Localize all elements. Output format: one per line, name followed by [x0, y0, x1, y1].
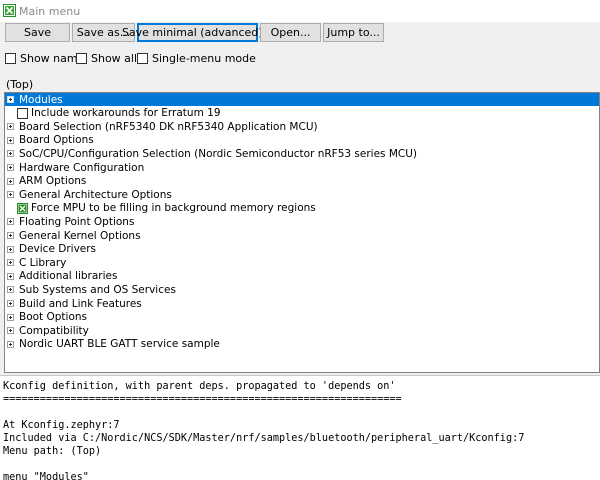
console-line: ========================================… — [3, 394, 402, 405]
tree-menu-item[interactable]: Compatibility — [5, 324, 599, 337]
breadcrumb: (Top) — [6, 78, 34, 91]
show-all-checkbox[interactable] — [76, 53, 87, 64]
tree-item-label: Nordic UART BLE GATT service sample — [19, 338, 220, 351]
title-bar: Main menu — [0, 0, 600, 22]
tree-item-label: ARM Options — [19, 175, 87, 188]
tree-item-label: General Architecture Options — [19, 188, 172, 201]
expand-icon[interactable] — [7, 136, 14, 144]
expand-icon[interactable] — [7, 218, 14, 226]
tree-item-label: Board Options — [19, 134, 94, 147]
expand-icon[interactable] — [7, 164, 14, 171]
tree-menu-item[interactable]: Board Selection (nRF5340 DK nRF5340 Appl… — [5, 120, 599, 133]
show-name-label: Show name — [20, 52, 85, 65]
expand-icon[interactable] — [7, 150, 14, 158]
expand-icon[interactable] — [7, 245, 14, 253]
single-menu-option[interactable]: Single-menu mode — [137, 52, 256, 65]
menu-tree[interactable]: Modules Include workarounds for Erratum 1… — [4, 92, 600, 373]
single-menu-checkbox[interactable] — [137, 53, 148, 64]
tree-item-label: Floating Point Options — [19, 215, 135, 228]
console-line: Menu path: (Top) — [3, 446, 102, 457]
tree-menu-item[interactable]: SoC/CPU/Configuration Selection (Nordic … — [5, 147, 599, 160]
show-all-option[interactable]: Show all — [76, 52, 137, 65]
tree-menu-item[interactable]: Board Options — [5, 134, 599, 147]
console-line: Kconfig definition, with parent deps. pr… — [3, 381, 396, 392]
tree-menu-item[interactable]: General Architecture Options — [5, 188, 599, 201]
tree-item-label: Force MPU to be filling in background me… — [31, 202, 316, 215]
tree-item-label: Include workarounds for Erratum 19 — [31, 107, 221, 120]
tree-menu-item[interactable]: Device Drivers — [5, 243, 599, 256]
tree-item-label: C Library — [19, 256, 67, 269]
console-line: menu "Modules" — [3, 472, 89, 480]
expand-icon[interactable] — [7, 313, 14, 321]
expand-icon[interactable] — [7, 340, 14, 348]
expand-icon[interactable] — [7, 327, 14, 335]
tree-item-label: Device Drivers — [19, 243, 97, 256]
console-line: At Kconfig.zephyr:7 — [3, 420, 120, 431]
console-line: Included via C:/Nordic/NCS/SDK/Master/nr… — [3, 433, 525, 444]
tree-menu-item[interactable]: Hardware Configuration — [5, 161, 599, 174]
tree-item-label: Compatibility — [19, 324, 89, 337]
expand-icon[interactable] — [7, 96, 14, 103]
tree-item-label: Modules — [19, 93, 63, 106]
jump-to-button[interactable]: Jump to... — [323, 23, 384, 42]
tree-item-label: Board Selection (nRF5340 DK nRF5340 Appl… — [19, 120, 318, 133]
unchecked-checkbox-icon[interactable] — [17, 107, 28, 119]
tree-menu-item[interactable]: Floating Point Options — [5, 215, 599, 228]
tree-option-item[interactable]: Force MPU to be filling in background me… — [5, 202, 599, 215]
tree-menu-item[interactable]: Modules — [5, 93, 599, 106]
tree-item-label: Boot Options — [19, 311, 88, 324]
tree-item-label: General Kernel Options — [19, 229, 141, 242]
info-console[interactable]: Kconfig definition, with parent deps. pr… — [0, 375, 600, 480]
expand-icon[interactable] — [7, 300, 14, 307]
tree-menu-item[interactable]: Nordic UART BLE GATT service sample — [5, 338, 599, 351]
tree-menu-item[interactable]: Sub Systems and OS Services — [5, 283, 599, 296]
show-name-checkbox[interactable] — [5, 53, 16, 64]
expand-icon[interactable] — [7, 232, 14, 239]
open-button[interactable]: Open... — [260, 23, 321, 42]
expand-icon[interactable] — [7, 286, 14, 294]
tree-menu-item[interactable]: General Kernel Options — [5, 229, 599, 242]
tree-menu-item[interactable]: ARM Options — [5, 175, 599, 188]
tree-item-label: Hardware Configuration — [19, 161, 145, 174]
save-button[interactable]: Save — [5, 23, 70, 42]
window-title: Main menu — [19, 5, 81, 18]
single-menu-label: Single-menu mode — [152, 52, 256, 65]
tree-item-label: Sub Systems and OS Services — [19, 283, 176, 296]
expand-icon[interactable] — [7, 177, 14, 185]
tree-option-item[interactable]: Include workarounds for Erratum 19 — [5, 107, 599, 120]
show-all-label: Show all — [91, 52, 138, 65]
tree-item-label: Build and Link Features — [19, 297, 142, 310]
tree-item-label: SoC/CPU/Configuration Selection (Nordic … — [19, 147, 418, 160]
expand-icon[interactable] — [7, 259, 14, 267]
tree-menu-item[interactable]: Boot Options — [5, 311, 599, 324]
expand-icon[interactable] — [7, 191, 14, 199]
save-minimal-button[interactable]: Save minimal (advanced)... — [122, 23, 273, 42]
checked-checkbox-icon[interactable] — [17, 202, 28, 214]
tree-menu-item[interactable]: Build and Link Features — [5, 297, 599, 310]
tree-item-label: Additional libraries — [19, 270, 118, 283]
show-name-option[interactable]: Show name — [5, 52, 84, 65]
checkbox-x-icon — [3, 4, 16, 17]
tree-menu-item[interactable]: C Library — [5, 256, 599, 269]
expand-icon[interactable] — [7, 123, 14, 131]
tree-menu-item[interactable]: Additional libraries — [5, 270, 599, 283]
expand-icon[interactable] — [7, 272, 14, 280]
